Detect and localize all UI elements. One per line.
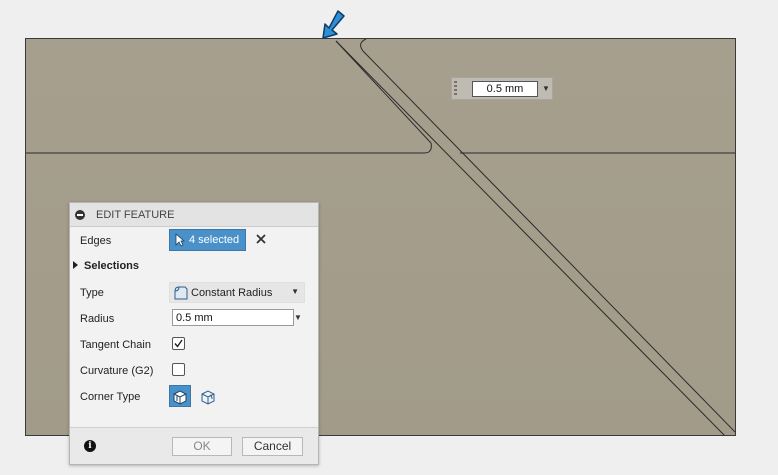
tangent-chain-checkbox[interactable] — [172, 337, 185, 350]
radius-label: Radius — [80, 313, 115, 325]
collapse-icon[interactable] — [75, 210, 85, 220]
setback-corner-icon — [201, 390, 215, 405]
info-icon[interactable]: i — [84, 440, 96, 452]
drag-grip-icon[interactable] — [454, 81, 457, 97]
close-icon[interactable] — [254, 232, 268, 246]
type-value: Constant Radius — [191, 287, 273, 299]
curvature-label: Curvature (G2) — [80, 365, 154, 377]
panel-header: EDIT FEATURE — [70, 203, 318, 227]
type-label: Type — [80, 287, 104, 299]
edges-select-button[interactable]: 4 selected — [169, 229, 246, 251]
rolling-ball-corner-button[interactable] — [169, 385, 191, 407]
setback-corner-button[interactable] — [197, 385, 219, 407]
ok-button[interactable]: OK — [172, 437, 232, 456]
edges-label: Edges — [80, 235, 112, 247]
blue-arrow-cursor-icon — [322, 10, 345, 39]
selections-label: Selections — [84, 260, 140, 272]
expand-triangle-icon — [73, 261, 78, 269]
radius-manipulator-input[interactable]: 0.5 mm — [472, 81, 538, 97]
cancel-button[interactable]: Cancel — [242, 437, 303, 456]
selections-toggle[interactable]: Selections — [73, 260, 139, 272]
edit-feature-panel: EDIT FEATURE Edges 4 selected Selections… — [69, 202, 319, 465]
chevron-down-icon: ▼ — [291, 287, 299, 296]
corner-type-label: Corner Type — [80, 391, 141, 403]
tangent-chain-label: Tangent Chain — [80, 339, 151, 351]
panel-footer: i OK Cancel — [70, 427, 318, 464]
radius-input[interactable] — [172, 309, 294, 326]
rolling-ball-corner-icon — [173, 390, 187, 405]
chevron-down-icon[interactable]: ▼ — [540, 82, 552, 96]
panel-title: EDIT FEATURE — [96, 209, 175, 221]
radius-manipulator[interactable]: 0.5 mm ▼ — [451, 77, 553, 100]
edges-count: 4 selected — [189, 234, 240, 246]
fillet-edge — [335, 40, 432, 154]
curvature-checkbox[interactable] — [172, 363, 185, 376]
checkmark-icon — [174, 339, 183, 348]
fillet-icon — [174, 286, 188, 300]
type-select[interactable]: Constant Radius ▼ — [169, 282, 305, 303]
chevron-down-icon[interactable]: ▼ — [292, 309, 304, 326]
arrow-pointer-icon — [175, 233, 185, 247]
fillet-edge — [335, 40, 725, 435]
